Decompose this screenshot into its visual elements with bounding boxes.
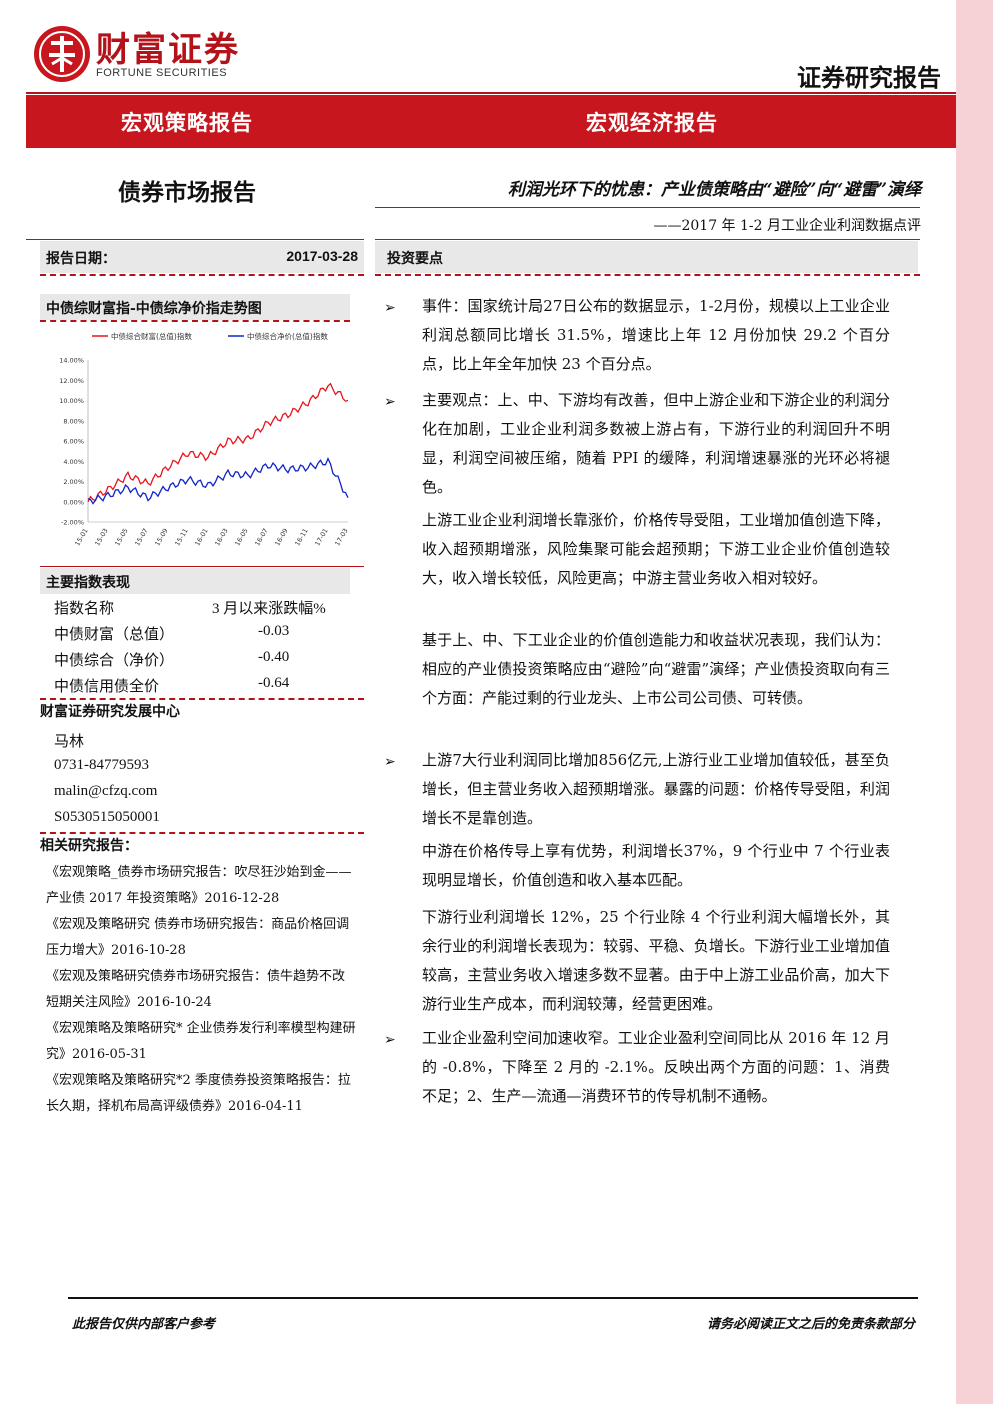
right-column-top-rule xyxy=(375,239,920,240)
trend-chart: 中债综合财富(总值)指数 中债综合净价(总值)指数 14.00% 12.00% 10.… xyxy=(59,331,350,547)
left-column-top-rule xyxy=(26,239,364,240)
y-tick-label: 4.00% xyxy=(63,458,84,466)
related-reports-rule xyxy=(40,832,364,834)
y-tick-label: 12.00% xyxy=(59,377,84,385)
brand-name-en: FORTUNE SECURITIES xyxy=(96,67,228,79)
analyst-license: S0530515050001 xyxy=(54,809,160,825)
x-tick-label: 15-07 xyxy=(133,527,149,547)
report-date-row: 报告日期： 2017-03-28 xyxy=(40,241,364,273)
bullet-arrow-icon: ➢ xyxy=(384,394,396,410)
analyst-phone: 0731-84779593 xyxy=(54,757,149,773)
bullet-arrow-icon: ➢ xyxy=(384,1032,396,1048)
y-tick-label: -2.00% xyxy=(61,519,84,527)
body-paragraph: 下游行业利润增长 12%，25 个行业除 4 个行业利润大幅增长外，其余行业的利… xyxy=(422,908,890,1013)
x-tick-label: 15-03 xyxy=(93,527,109,547)
legend-label: 中债综合净价(总值)指数 xyxy=(247,331,328,341)
index-table-title: 主要指数表现 xyxy=(40,568,350,594)
footer-disclaimer: 请务必阅读正文之后的免责条款部分 xyxy=(706,1317,915,1332)
related-report-item[interactable]: 《宏观策略及策略研究* 企业债券发行利率模型构建研究》2016-05-31 xyxy=(46,1016,362,1068)
table-cell-name: 中债财富（总值） xyxy=(54,625,175,643)
body-paragraph: 事件：国家统计局27日公布的数据显示，1-2月份，规模以上工业企业利润总额同比增… xyxy=(422,297,890,373)
fortune-securities-logo xyxy=(34,26,90,82)
y-tick-label: 8.00% xyxy=(63,417,84,425)
page-edge-strip xyxy=(956,0,993,1404)
section-title: 债券市场报告 xyxy=(118,179,256,206)
bullet-arrow-icon: ➢ xyxy=(384,300,396,316)
table-header-change: 3 月以来涨跌幅% xyxy=(212,601,326,617)
x-tick-label: 17-01 xyxy=(313,527,329,547)
x-tick-label: 15-05 xyxy=(113,527,129,547)
banner-left-label: 宏观策略报告 xyxy=(121,110,253,135)
body-paragraph: 基于上、中、下工业企业的价值创造能力和收益状况表现，我们认为：相应的产业债投资策… xyxy=(422,631,890,707)
points-dashed-rule xyxy=(375,274,920,276)
analyst-name: 马林 xyxy=(54,734,85,750)
x-tick-label: 16-03 xyxy=(213,527,229,547)
x-tick-label: 15-01 xyxy=(73,527,89,547)
series-line xyxy=(87,457,349,505)
body-paragraph: 主要观点：上、中、下游均有改善，但中上游企业和下游企业的利润分化在加剧，工业企业… xyxy=(422,391,890,496)
investment-points-title: 投资要点 xyxy=(387,251,443,267)
y-tick-label: 6.00% xyxy=(63,438,84,446)
chart-section-title-text: 中债综财富指-中债综净价指走势图 xyxy=(46,301,262,317)
table-cell-name: 中债信用债全价 xyxy=(54,677,160,695)
related-report-item[interactable]: 《宏观及策略研究债券市场研究报告：债牛趋势不改 短期关注风险》2016-10-2… xyxy=(46,964,362,1016)
bullet-arrow-icon: ➢ xyxy=(384,754,396,770)
body-paragraph: 上游7大行业利润同比增加856亿元,上游行业工业增加值较低，甚至负增长，但主营业… xyxy=(422,751,890,827)
analyst-email[interactable]: malin@cfzq.com xyxy=(54,783,157,800)
y-tick-label: 14.00% xyxy=(59,357,84,365)
brand-name-cn: 财富证券 xyxy=(96,30,240,70)
chart-title-rule xyxy=(40,320,350,322)
table-header-name: 指数名称 xyxy=(54,599,115,617)
report-date-label: 报告日期： xyxy=(46,251,116,267)
table-row: 中债综合（净价） -0.40 xyxy=(40,646,364,672)
table-cell-name: 中债综合（净价） xyxy=(54,651,175,669)
x-tick-label: 16-01 xyxy=(193,527,209,547)
related-report-item[interactable]: 《宏观策略及策略研究*2 季度债券投资策略报告：拉长久期，择机布局高评级债券》2… xyxy=(46,1068,362,1120)
related-report-item[interactable]: 《宏观及策略研究 债券市场研究报告：商品价格回调压力增大》2016-10-28 xyxy=(46,912,362,964)
legend-label: 中债综合财富(总值)指数 xyxy=(111,331,192,341)
research-center-rule xyxy=(40,698,364,700)
footer-divider xyxy=(68,1297,918,1299)
y-tick-label: 0.00% xyxy=(63,498,84,506)
report-title: 利润光环下的忧患：产业债策略由“避险”向“避雷”演绎 xyxy=(507,180,921,200)
date-dashed-rule xyxy=(40,274,364,276)
x-tick-label: 17-03 xyxy=(333,527,349,547)
report-date-value: 2017-03-28 xyxy=(286,248,358,264)
x-tick-label: 16-05 xyxy=(233,527,249,547)
table-cell-change: -0.03 xyxy=(258,623,290,639)
footer-note: 此报告仅供内部客户参考 xyxy=(72,1317,216,1332)
y-tick-label: 10.00% xyxy=(59,397,84,405)
table-row: 中债信用债全价 -0.64 xyxy=(40,672,364,698)
body-paragraph: 工业企业盈利空间加速收窄。工业企业盈利空间同比从 2016 年 12 月的 -0… xyxy=(422,1029,890,1105)
table-cell-change: -0.64 xyxy=(258,675,290,691)
related-report-item[interactable]: 《宏观策略_债券市场研究报告：吹尽狂沙始到金——产业债 2017 年投资策略》2… xyxy=(46,860,362,912)
header-divider xyxy=(26,92,956,94)
table-header-row: 指数名称 3 月以来涨跌幅% xyxy=(40,594,364,620)
body-paragraph: 上游工业企业利润增长靠涨价，价格传导受阻，工业增加值创造下降，收入超预期增涨，风… xyxy=(422,511,890,587)
related-reports-list: 《宏观策略_债券市场研究报告：吹尽狂沙始到金——产业债 2017 年投资策略》2… xyxy=(46,860,362,1120)
index-performance-table: 指数名称 3 月以来涨跌幅% 中债财富（总值） -0.03 中债综合（净价） -… xyxy=(40,594,364,698)
research-center-title: 财富证券研究发展中心 xyxy=(40,704,180,720)
banner-right-label: 宏观经济报告 xyxy=(586,110,718,135)
x-tick-label: 16-07 xyxy=(253,527,269,547)
title-divider xyxy=(375,207,920,208)
series-line xyxy=(87,382,349,503)
index-table-title-text: 主要指数表现 xyxy=(46,575,130,591)
related-reports-title: 相关研究报告： xyxy=(40,838,138,854)
chart-section-title: 中债综财富指-中债综净价指走势图 xyxy=(40,294,350,320)
x-tick-label: 15-09 xyxy=(153,527,169,547)
table-row: 中债财富（总值） -0.03 xyxy=(40,620,364,646)
category-banner: 宏观策略报告 宏观经济报告 xyxy=(26,95,956,148)
x-tick-label: 15-11 xyxy=(173,527,189,547)
x-tick-label: 16-09 xyxy=(273,527,289,547)
x-tick-label: 16-11 xyxy=(293,527,309,547)
report-subtitle: ——2017 年 1-2 月工业企业利润数据点评 xyxy=(653,218,921,234)
y-tick-label: 2.00% xyxy=(63,478,84,486)
investment-points-header: 投资要点 xyxy=(375,241,918,273)
body-paragraph: 中游在价格传导上享有优势，利润增长37%，9 个行业中 7 个行业表现明显增长，… xyxy=(422,842,890,889)
chart-bottom-rule xyxy=(40,566,364,567)
table-cell-change: -0.40 xyxy=(258,649,290,665)
report-type-label: 证券研究报告 xyxy=(797,63,941,92)
